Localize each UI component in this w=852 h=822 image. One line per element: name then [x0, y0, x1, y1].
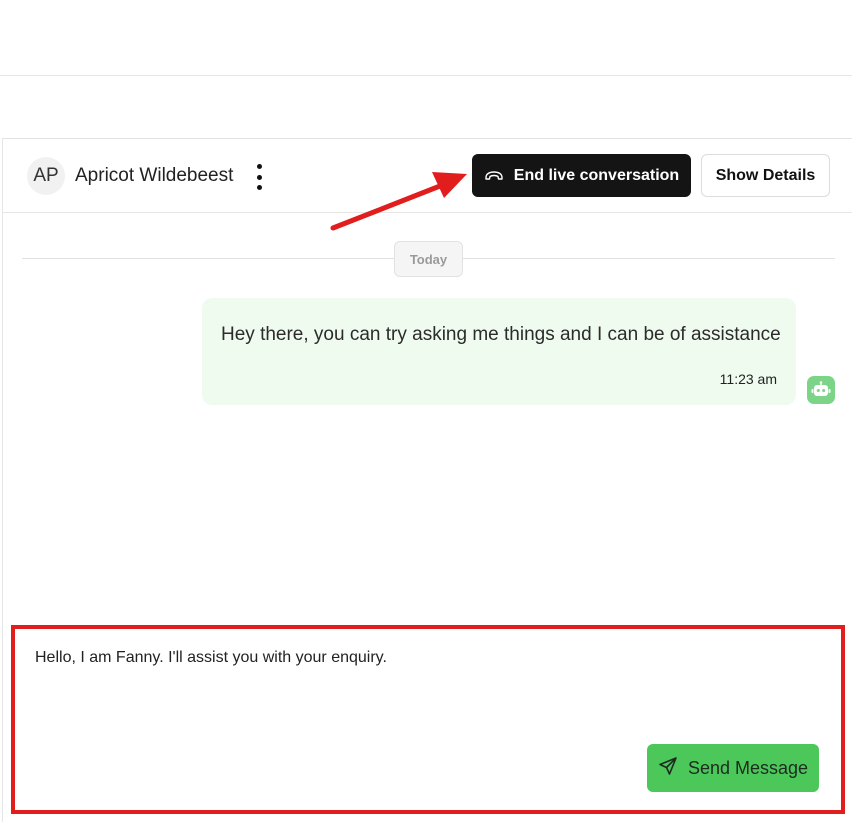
contact-name: Apricot Wildebeest — [75, 165, 234, 186]
send-message-button[interactable]: Send Message — [647, 744, 819, 792]
avatar-initials: AP — [33, 165, 59, 186]
end-live-conversation-button[interactable]: End live conversation — [472, 154, 691, 197]
hang-up-phone-icon — [484, 169, 504, 183]
avatar: AP — [27, 157, 65, 195]
message-composer[interactable]: Hello, I am Fanny. I'll assist you with … — [11, 625, 845, 814]
chat-header: AP Apricot Wildebeest End live conversat… — [3, 139, 852, 213]
top-spacer — [0, 76, 852, 138]
kebab-menu-icon[interactable] — [253, 164, 265, 190]
composer-input-text[interactable]: Hello, I am Fanny. I'll assist you with … — [35, 649, 387, 667]
date-label: Today — [409, 251, 448, 267]
message-timestamp: 11:23 am — [719, 371, 777, 387]
send-message-label: Send Message — [687, 757, 809, 778]
show-details-button[interactable]: Show Details — [701, 154, 830, 197]
end-live-conversation-label: End live conversation — [513, 166, 680, 184]
top-bar — [0, 0, 852, 76]
message-bubble: Hey there, you can try asking me things … — [202, 298, 796, 405]
robot-icon — [807, 376, 835, 404]
show-details-label: Show Details — [715, 166, 816, 184]
paper-plane-icon — [658, 756, 678, 781]
date-pill: Today — [394, 241, 463, 277]
message-text: Hey there, you can try asking me things … — [221, 324, 781, 345]
